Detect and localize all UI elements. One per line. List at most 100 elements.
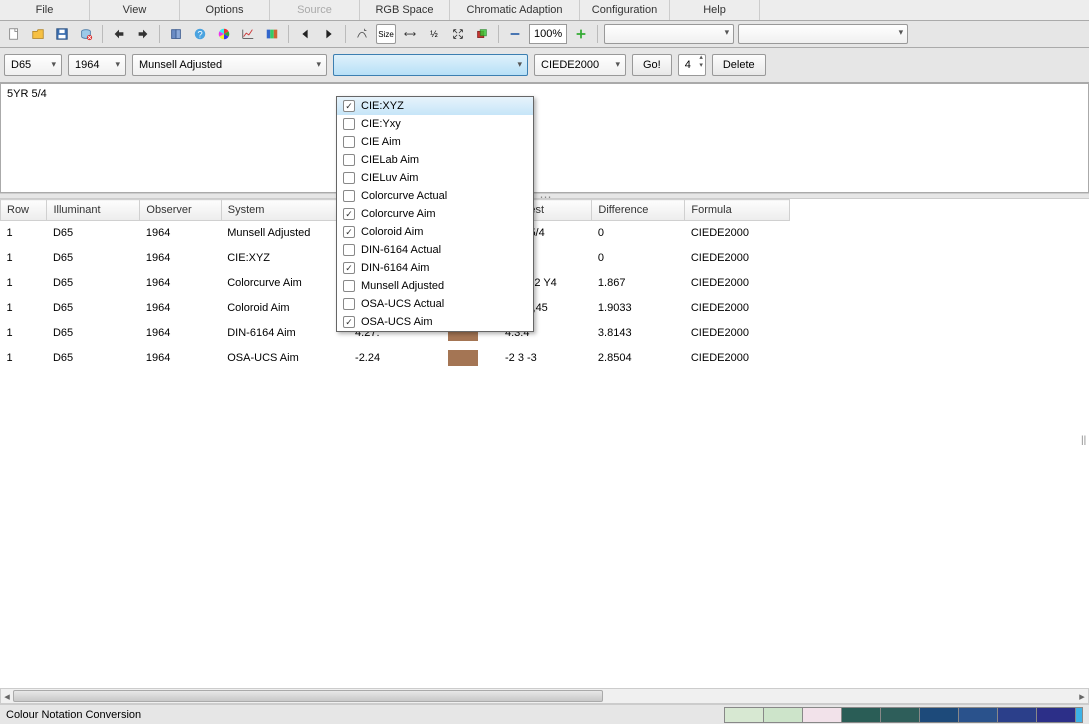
go-button[interactable]: Go! <box>632 54 672 76</box>
width-icon[interactable] <box>400 24 420 44</box>
menu-chromatic-adaption[interactable]: Chromatic Adaption <box>450 0 580 20</box>
status-swatch <box>763 707 803 723</box>
checkbox-icon <box>343 172 355 184</box>
status-text: Colour Notation Conversion <box>6 709 141 721</box>
checkbox-icon: ✓ <box>343 226 355 238</box>
checkbox-icon <box>343 154 355 166</box>
toolbar: ? Size ½ 100% <box>0 21 1089 48</box>
checkbox-icon <box>343 244 355 256</box>
dropdown-item[interactable]: ✓ Coloroid Aim <box>337 223 533 241</box>
curve-icon[interactable] <box>352 24 372 44</box>
color-wheel-icon[interactable] <box>214 24 234 44</box>
column-header[interactable]: System <box>221 200 349 221</box>
dropdown-label: OSA-UCS Aim <box>361 316 433 328</box>
input-area[interactable]: 5YR 5/4 <box>0 83 1089 193</box>
dropdown-item[interactable]: ✓ CIE:XYZ <box>337 97 533 115</box>
delete-button[interactable]: Delete <box>712 54 766 76</box>
menu-file[interactable]: File <box>0 0 90 20</box>
table-row[interactable]: 1D651964OSA-UCS Aim-2.24-2 3 -32.8504CIE… <box>1 346 790 371</box>
menu-options[interactable]: Options <box>180 0 270 20</box>
status-swatch <box>841 707 881 723</box>
control-row: D65 1964 Munsell Adjusted CIEDE2000 Go! … <box>0 48 1089 83</box>
menu-rgb-space[interactable]: RGB Space <box>360 0 450 20</box>
dropdown-item[interactable]: ✓DIN-6164 Aim <box>337 259 533 277</box>
menu-view[interactable]: View <box>90 0 180 20</box>
save-icon[interactable] <box>52 24 72 44</box>
horizontal-scrollbar[interactable]: ◂ ▸ <box>0 688 1089 704</box>
delta-method-combo[interactable]: CIEDE2000 <box>534 54 626 76</box>
status-swatches <box>725 707 1083 723</box>
size-icon[interactable]: Size <box>376 24 396 44</box>
column-header[interactable]: Formula <box>685 200 790 221</box>
column-header[interactable]: Difference <box>592 200 685 221</box>
dropdown-item[interactable]: CIELuv Aim <box>337 169 533 187</box>
dropdown-item[interactable]: CIE Aim <box>337 133 533 151</box>
checkbox-icon: ✓ <box>343 208 355 220</box>
book-icon[interactable] <box>166 24 186 44</box>
menu-help[interactable]: Help <box>670 0 760 20</box>
count-spinner[interactable]: 4 <box>678 54 706 76</box>
dropdown-label: CIE:Yxy <box>361 118 401 130</box>
half-icon[interactable]: ½ <box>424 24 444 44</box>
dropdown-item[interactable]: Munsell Adjusted <box>337 277 533 295</box>
zoom-field[interactable]: 100% <box>529 24 567 44</box>
dropdown-item[interactable]: ✓ OSA-UCS Aim <box>337 313 533 331</box>
dropdown-label: DIN-6164 Aim <box>361 262 429 274</box>
dropdown-item[interactable]: CIE:Yxy <box>337 115 533 133</box>
checkbox-icon: ✓ <box>343 316 355 328</box>
output-systems-dropdown[interactable]: ✓ CIE:XYZ CIE:Yxy CIE Aim CIELab Aim CIELuv A… <box>336 96 534 332</box>
dropdown-item[interactable]: OSA-UCS Actual <box>337 295 533 313</box>
menu-source[interactable]: Source <box>270 0 360 20</box>
column-header[interactable]: Row <box>1 200 47 221</box>
dropdown-item[interactable]: Colorcurve Actual <box>337 187 533 205</box>
dropdown-label: DIN-6164 Actual <box>361 244 441 256</box>
checkbox-icon <box>343 298 355 310</box>
palette-icon[interactable] <box>262 24 282 44</box>
observer-combo[interactable]: 1964 <box>68 54 126 76</box>
help-icon[interactable]: ? <box>190 24 210 44</box>
chart-icon[interactable] <box>238 24 258 44</box>
open-icon[interactable] <box>28 24 48 44</box>
dropdown-a[interactable] <box>604 24 734 44</box>
prev-icon[interactable] <box>295 24 315 44</box>
checkbox-icon <box>343 190 355 202</box>
zoom-in-icon[interactable] <box>571 24 591 44</box>
output-systems-combo[interactable] <box>333 54 528 76</box>
column-header[interactable]: Observer <box>140 200 221 221</box>
dropdown-label: CIE:XYZ <box>361 100 404 112</box>
svg-text:?: ? <box>197 30 202 41</box>
menubar: File View Options Source RGB Space Chrom… <box>0 0 1089 21</box>
zoom-out-icon[interactable] <box>505 24 525 44</box>
dropdown-item[interactable]: ✓ Colorcurve Aim <box>337 205 533 223</box>
dropdown-label: CIE Aim <box>361 136 401 148</box>
next-icon[interactable] <box>319 24 339 44</box>
status-swatch <box>1036 707 1076 723</box>
checkbox-icon: ✓ <box>343 100 355 112</box>
dropdown-item[interactable]: DIN-6164 Actual <box>337 241 533 259</box>
checkbox-icon <box>343 280 355 292</box>
layers-icon[interactable] <box>472 24 492 44</box>
dropdown-item[interactable]: CIELab Aim <box>337 151 533 169</box>
menu-configuration[interactable]: Configuration <box>580 0 670 20</box>
close-database-icon[interactable] <box>76 24 96 44</box>
dropdown-label: Munsell Adjusted <box>361 280 444 292</box>
dropdown-label: CIELuv Aim <box>361 172 418 184</box>
status-swatch <box>997 707 1037 723</box>
status-swatch <box>958 707 998 723</box>
right-splitter[interactable]: || <box>1081 429 1089 451</box>
status-swatch <box>880 707 920 723</box>
checkbox-icon <box>343 118 355 130</box>
export-icon[interactable] <box>133 24 153 44</box>
dropdown-b[interactable] <box>738 24 908 44</box>
column-header[interactable]: Illuminant <box>47 200 140 221</box>
expand-icon[interactable] <box>448 24 468 44</box>
dropdown-label: Coloroid Aim <box>361 226 423 238</box>
status-swatch <box>802 707 842 723</box>
dropdown-label: Colorcurve Aim <box>361 208 436 220</box>
illuminant-combo[interactable]: D65 <box>4 54 62 76</box>
import-icon[interactable] <box>109 24 129 44</box>
status-swatch <box>724 707 764 723</box>
new-icon[interactable] <box>4 24 24 44</box>
statusbar: Colour Notation Conversion <box>0 704 1089 724</box>
system-combo[interactable]: Munsell Adjusted <box>132 54 327 76</box>
